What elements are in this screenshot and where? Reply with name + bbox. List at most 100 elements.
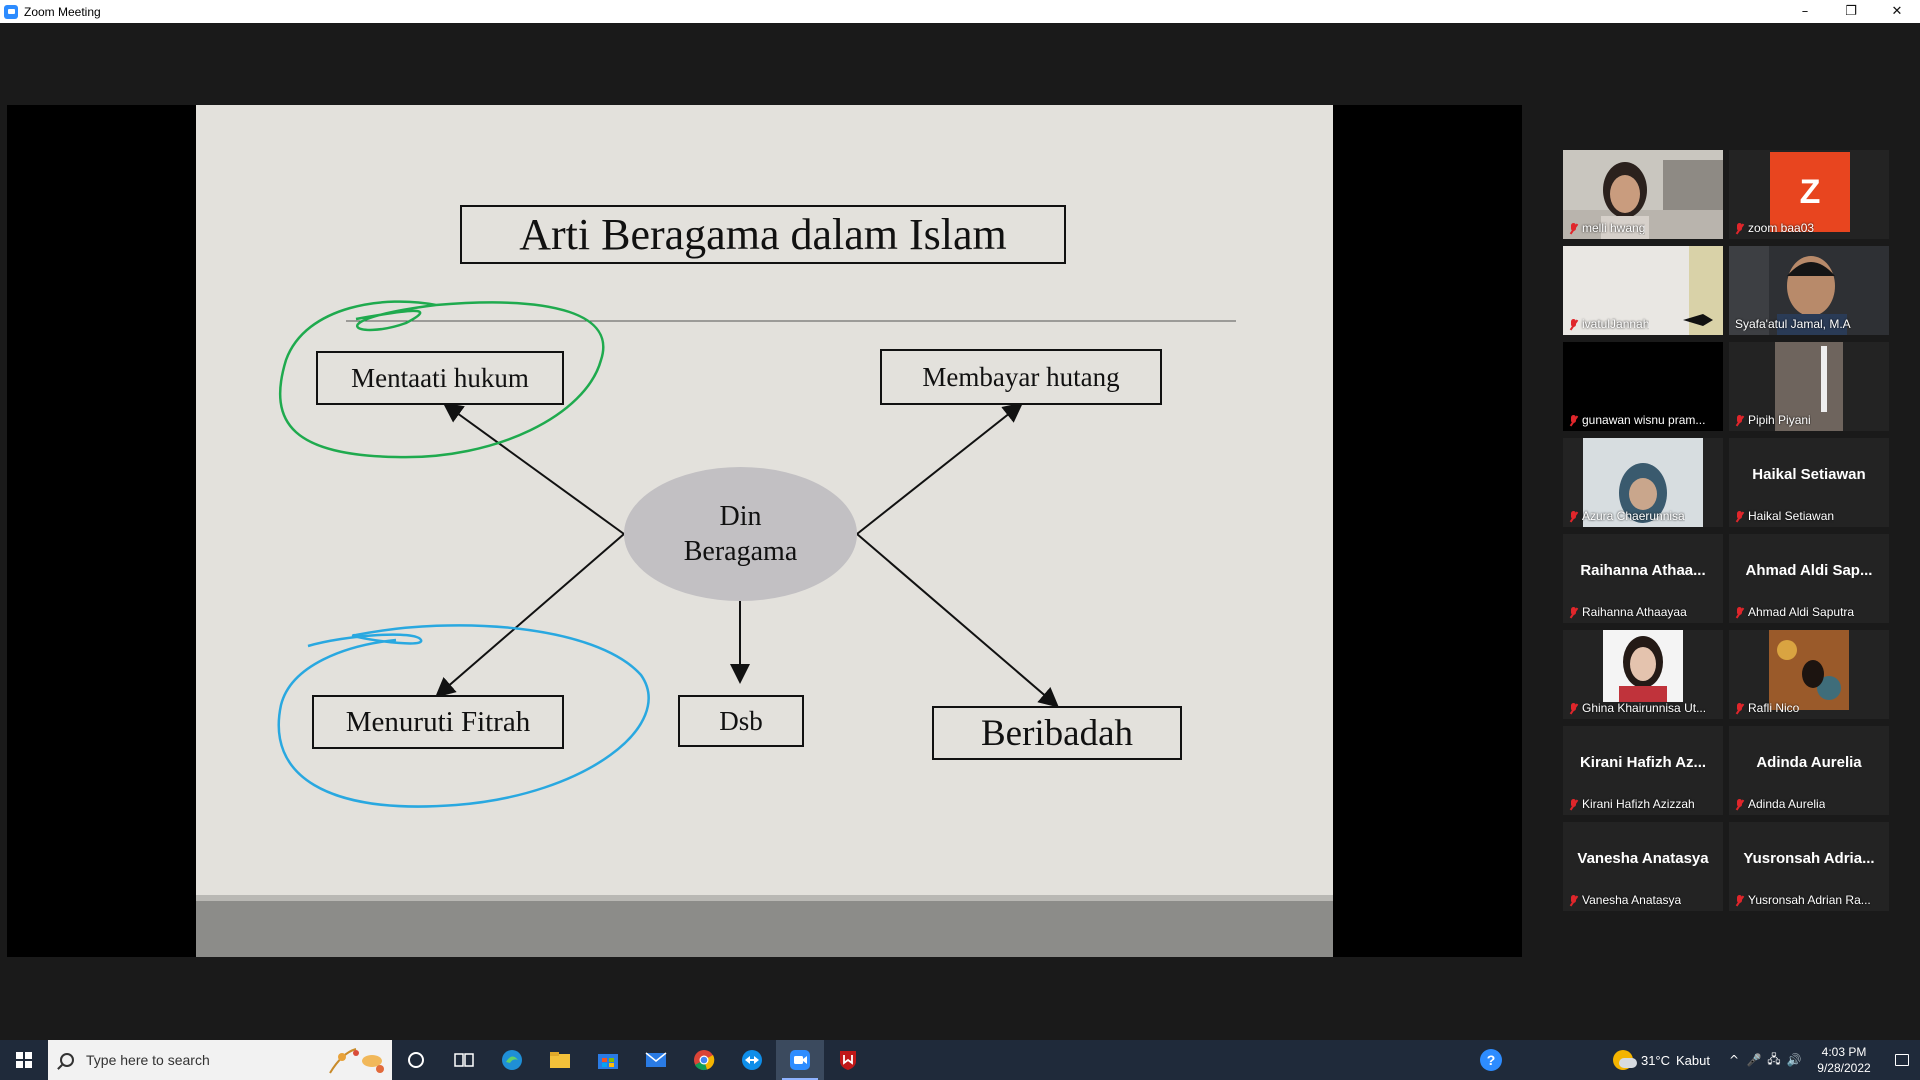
participant-tile[interactable]: Ahmad Aldi Sap... Ahmad Aldi Saputra: [1729, 534, 1889, 623]
participant-tile[interactable]: Ghina Khairunnisa Ut...: [1563, 630, 1723, 719]
participant-tile[interactable]: ivatulJannah: [1563, 246, 1723, 335]
restore-button[interactable]: ❐: [1828, 0, 1874, 23]
participant-name: Kirani Hafizh Azizzah: [1569, 797, 1695, 811]
muted-mic-icon: [1569, 894, 1578, 906]
box-membayar-hutang: Membayar hutang: [880, 349, 1162, 405]
participant-tile-active-speaker[interactable]: Syafa'atul Jamal, M.A: [1729, 246, 1889, 335]
muted-mic-icon: [1735, 606, 1744, 618]
weather-temp: 31°C: [1640, 1052, 1671, 1068]
tray-overflow-icon[interactable]: ^: [1724, 1040, 1744, 1080]
system-tray: 31°C Kabut ^ 🎤 🖧 🔊 4:03 PM 9/28/2022: [1612, 1040, 1920, 1080]
participant-name: Adinda Aurelia: [1735, 797, 1825, 811]
participant-display-name: Haikal Setiawan: [1752, 466, 1866, 483]
windows-taskbar: Type here to search ? 31°C Kabut ^ 🎤 🖧 🔊…: [0, 1040, 1920, 1080]
muted-mic-icon: [1569, 510, 1578, 522]
slide-title: Arti Beragama dalam Islam: [460, 205, 1066, 264]
microphone-icon[interactable]: 🎤: [1744, 1040, 1764, 1080]
start-button[interactable]: [0, 1040, 48, 1080]
participant-tile[interactable]: Pipih Piyani: [1729, 342, 1889, 431]
weather-widget[interactable]: 31°C Kabut: [1612, 1050, 1710, 1070]
muted-mic-icon: [1735, 510, 1744, 522]
muted-mic-icon: [1569, 798, 1578, 810]
window-title: Zoom Meeting: [24, 4, 101, 19]
search-placeholder: Type here to search: [86, 1052, 210, 1068]
participant-tile[interactable]: Rafli Nico: [1729, 630, 1889, 719]
participant-name: Pipih Piyani: [1735, 413, 1811, 427]
participant-tile[interactable]: Z zoom baa03: [1729, 150, 1889, 239]
notification-center-icon[interactable]: [1884, 1054, 1920, 1066]
participant-display-name: Ahmad Aldi Sap...: [1745, 562, 1873, 579]
teamviewer-icon[interactable]: [728, 1040, 776, 1080]
meeting-area: Arti Beragama dalam Islam Mentaati hukum…: [0, 23, 1920, 1040]
participant-tile[interactable]: Haikal Setiawan Haikal Setiawan: [1729, 438, 1889, 527]
participant-name: Syafa'atul Jamal, M.A: [1735, 317, 1851, 331]
participant-name: Ghina Khairunnisa Ut...: [1569, 701, 1706, 715]
close-button[interactable]: ✕: [1874, 0, 1920, 23]
participant-display-name: Vanesha Anatasya: [1577, 850, 1709, 867]
mcafee-icon[interactable]: [824, 1040, 872, 1080]
arrow-to-beribadah: [856, 533, 1060, 708]
edge-icon[interactable]: [488, 1040, 536, 1080]
window-title-bar: Zoom Meeting – ❐ ✕: [0, 0, 1920, 23]
avatar: Z: [1770, 152, 1850, 232]
participant-name: Ahmad Aldi Saputra: [1735, 605, 1854, 619]
participant-name: ivatulJannah: [1569, 317, 1649, 331]
participant-tile[interactable]: melli hwang: [1563, 150, 1723, 239]
muted-mic-icon: [1735, 414, 1744, 426]
participant-tile[interactable]: gunawan wisnu pram...: [1563, 342, 1723, 431]
participant-tile[interactable]: Kirani Hafizh Az... Kirani Hafizh Azizza…: [1563, 726, 1723, 815]
participant-tile[interactable]: Adinda Aurelia Adinda Aurelia: [1729, 726, 1889, 815]
slide-footer-band: [196, 895, 1333, 957]
volume-icon[interactable]: 🔊: [1784, 1040, 1804, 1080]
search-highlight-decoration-icon: [329, 1048, 384, 1074]
participant-tile[interactable]: Raihanna Athaa... Raihanna Athaayaa: [1563, 534, 1723, 623]
box-beribadah: Beribadah: [932, 706, 1182, 760]
participant-display-name: Kirani Hafizh Az...: [1579, 754, 1707, 771]
zoom-icon[interactable]: [776, 1040, 824, 1080]
arrow-to-menuruti: [434, 533, 625, 698]
file-explorer-icon[interactable]: [536, 1040, 584, 1080]
task-view-icon[interactable]: [440, 1040, 488, 1080]
center-text-line1: Din: [719, 501, 762, 532]
clock-date: 9/28/2022: [1817, 1061, 1871, 1075]
arrow-to-mentaati: [442, 402, 625, 535]
network-icon[interactable]: 🖧: [1764, 1040, 1784, 1080]
cortana-icon[interactable]: [392, 1040, 440, 1080]
window-controls: – ❐ ✕: [1782, 0, 1920, 23]
zoom-help-icon[interactable]: ?: [1480, 1049, 1502, 1071]
participant-display-name: Adinda Aurelia: [1756, 754, 1862, 771]
participant-name: Vanesha Anatasya: [1569, 893, 1681, 907]
windows-logo-icon: [16, 1052, 32, 1068]
box-mentaati-hukum: Mentaati hukum: [316, 351, 564, 405]
muted-mic-icon: [1569, 222, 1578, 234]
minimize-button[interactable]: –: [1782, 0, 1828, 23]
taskbar-search[interactable]: Type here to search: [48, 1040, 392, 1080]
participant-name: zoom baa03: [1735, 221, 1814, 235]
taskbar-clock[interactable]: 4:03 PM 9/28/2022: [1804, 1044, 1884, 1076]
muted-mic-icon: [1735, 894, 1744, 906]
muted-mic-icon: [1735, 702, 1744, 714]
participant-name: Azura Chaerunnisa: [1569, 509, 1685, 523]
participant-tile[interactable]: Yusronsah Adria... Yusronsah Adrian Ra..…: [1729, 822, 1889, 911]
store-icon[interactable]: [584, 1040, 632, 1080]
muted-mic-icon: [1735, 222, 1744, 234]
muted-mic-icon: [1569, 318, 1578, 330]
participant-tile[interactable]: Vanesha Anatasya Vanesha Anatasya: [1563, 822, 1723, 911]
shared-screen: Arti Beragama dalam Islam Mentaati hukum…: [7, 105, 1522, 957]
zoom-app-icon: [4, 4, 18, 19]
weather-desc: Kabut: [1676, 1052, 1710, 1068]
arrow-to-membayar: [856, 402, 1024, 535]
search-icon: [60, 1053, 74, 1067]
participant-gallery: melli hwang Z zoom baa03 ivatulJannah Sy…: [1563, 150, 1893, 935]
participant-name: Yusronsah Adrian Ra...: [1735, 893, 1871, 907]
muted-mic-icon: [1569, 414, 1578, 426]
chrome-icon[interactable]: [680, 1040, 728, 1080]
mail-icon[interactable]: [632, 1040, 680, 1080]
center-text-line2: Beragama: [683, 536, 798, 567]
box-menuruti-fitrah: Menuruti Fitrah: [312, 695, 564, 749]
participant-display-name: Yusronsah Adria...: [1743, 850, 1875, 867]
participant-name: Rafli Nico: [1735, 701, 1799, 715]
participant-name: melli hwang: [1569, 221, 1645, 235]
participant-tile[interactable]: Azura Chaerunnisa: [1563, 438, 1723, 527]
muted-mic-icon: [1569, 702, 1578, 714]
